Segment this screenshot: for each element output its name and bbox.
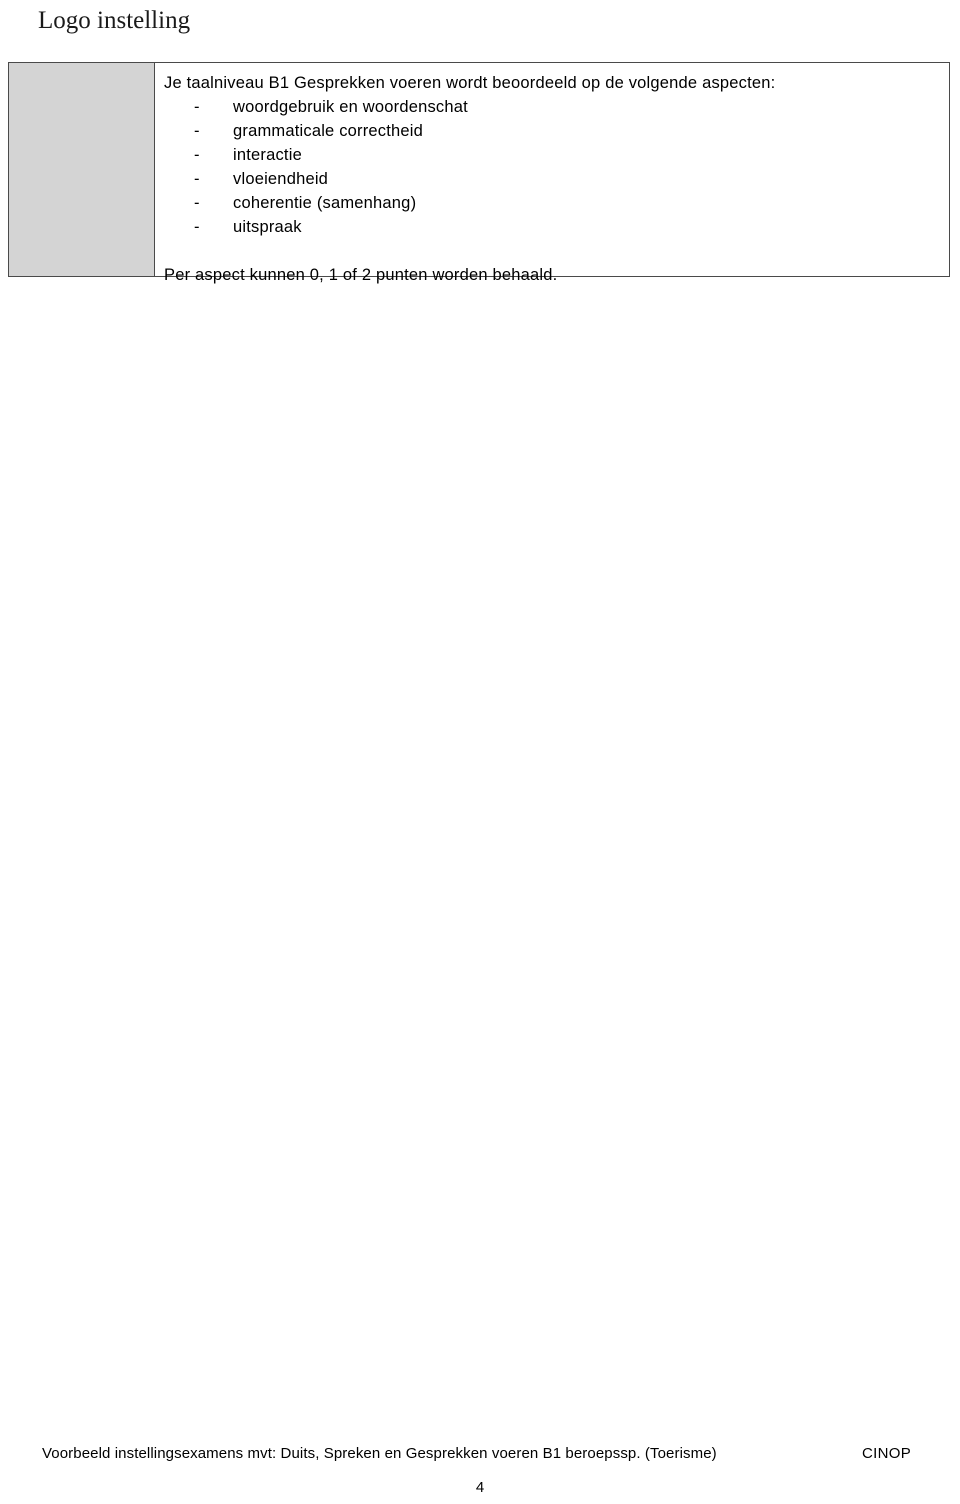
aspect-label: vloeiendheid <box>233 170 329 188</box>
footer-brand-label: CINOP <box>862 1445 912 1462</box>
list-item: - coherentie (samenhang) <box>164 191 939 215</box>
aspect-label: grammaticale correctheid <box>233 122 424 140</box>
aspect-label: uitspraak <box>233 218 302 236</box>
page-title: Logo instelling <box>38 7 191 34</box>
list-item: - woordgebruik en woordenschat <box>164 95 939 119</box>
bullet-dash-icon: - <box>194 170 200 188</box>
document-page: Logo instelling Je taalniveau B1 Gesprek… <box>0 0 960 1504</box>
bullet-dash-icon: - <box>194 122 200 140</box>
list-item: - interactie <box>164 143 939 167</box>
bullet-dash-icon: - <box>194 194 200 212</box>
criteria-intro-text: Je taalniveau B1 Gesprekken voeren wordt… <box>164 74 776 92</box>
aspect-label: coherentie (samenhang) <box>233 194 417 212</box>
table-cell-logo-placeholder <box>9 63 155 276</box>
bullet-dash-icon: - <box>194 218 200 236</box>
footer-document-label: Voorbeeld instellingsexamens mvt: Duits,… <box>42 1445 717 1462</box>
page-number: 4 <box>475 1479 485 1496</box>
bullet-dash-icon: - <box>194 146 200 164</box>
aspect-label: interactie <box>233 146 302 164</box>
list-item: - vloeiendheid <box>164 167 939 191</box>
aspect-label: woordgebruik en woordenschat <box>233 98 468 116</box>
scoring-text: Per aspect kunnen 0, 1 of 2 punten worde… <box>164 266 558 284</box>
table-cell-criteria: Je taalniveau B1 Gesprekken voeren wordt… <box>155 63 949 284</box>
assessment-criteria-table: Je taalniveau B1 Gesprekken voeren wordt… <box>8 62 950 284</box>
list-item: - uitspraak <box>164 215 939 239</box>
list-item: - grammaticale correctheid <box>164 119 939 143</box>
page-footer: Voorbeeld instellingsexamens mvt: Duits,… <box>0 1443 960 1473</box>
bullet-dash-icon: - <box>194 98 200 116</box>
aspect-list: - woordgebruik en woordenschat - grammatic… <box>164 95 939 239</box>
